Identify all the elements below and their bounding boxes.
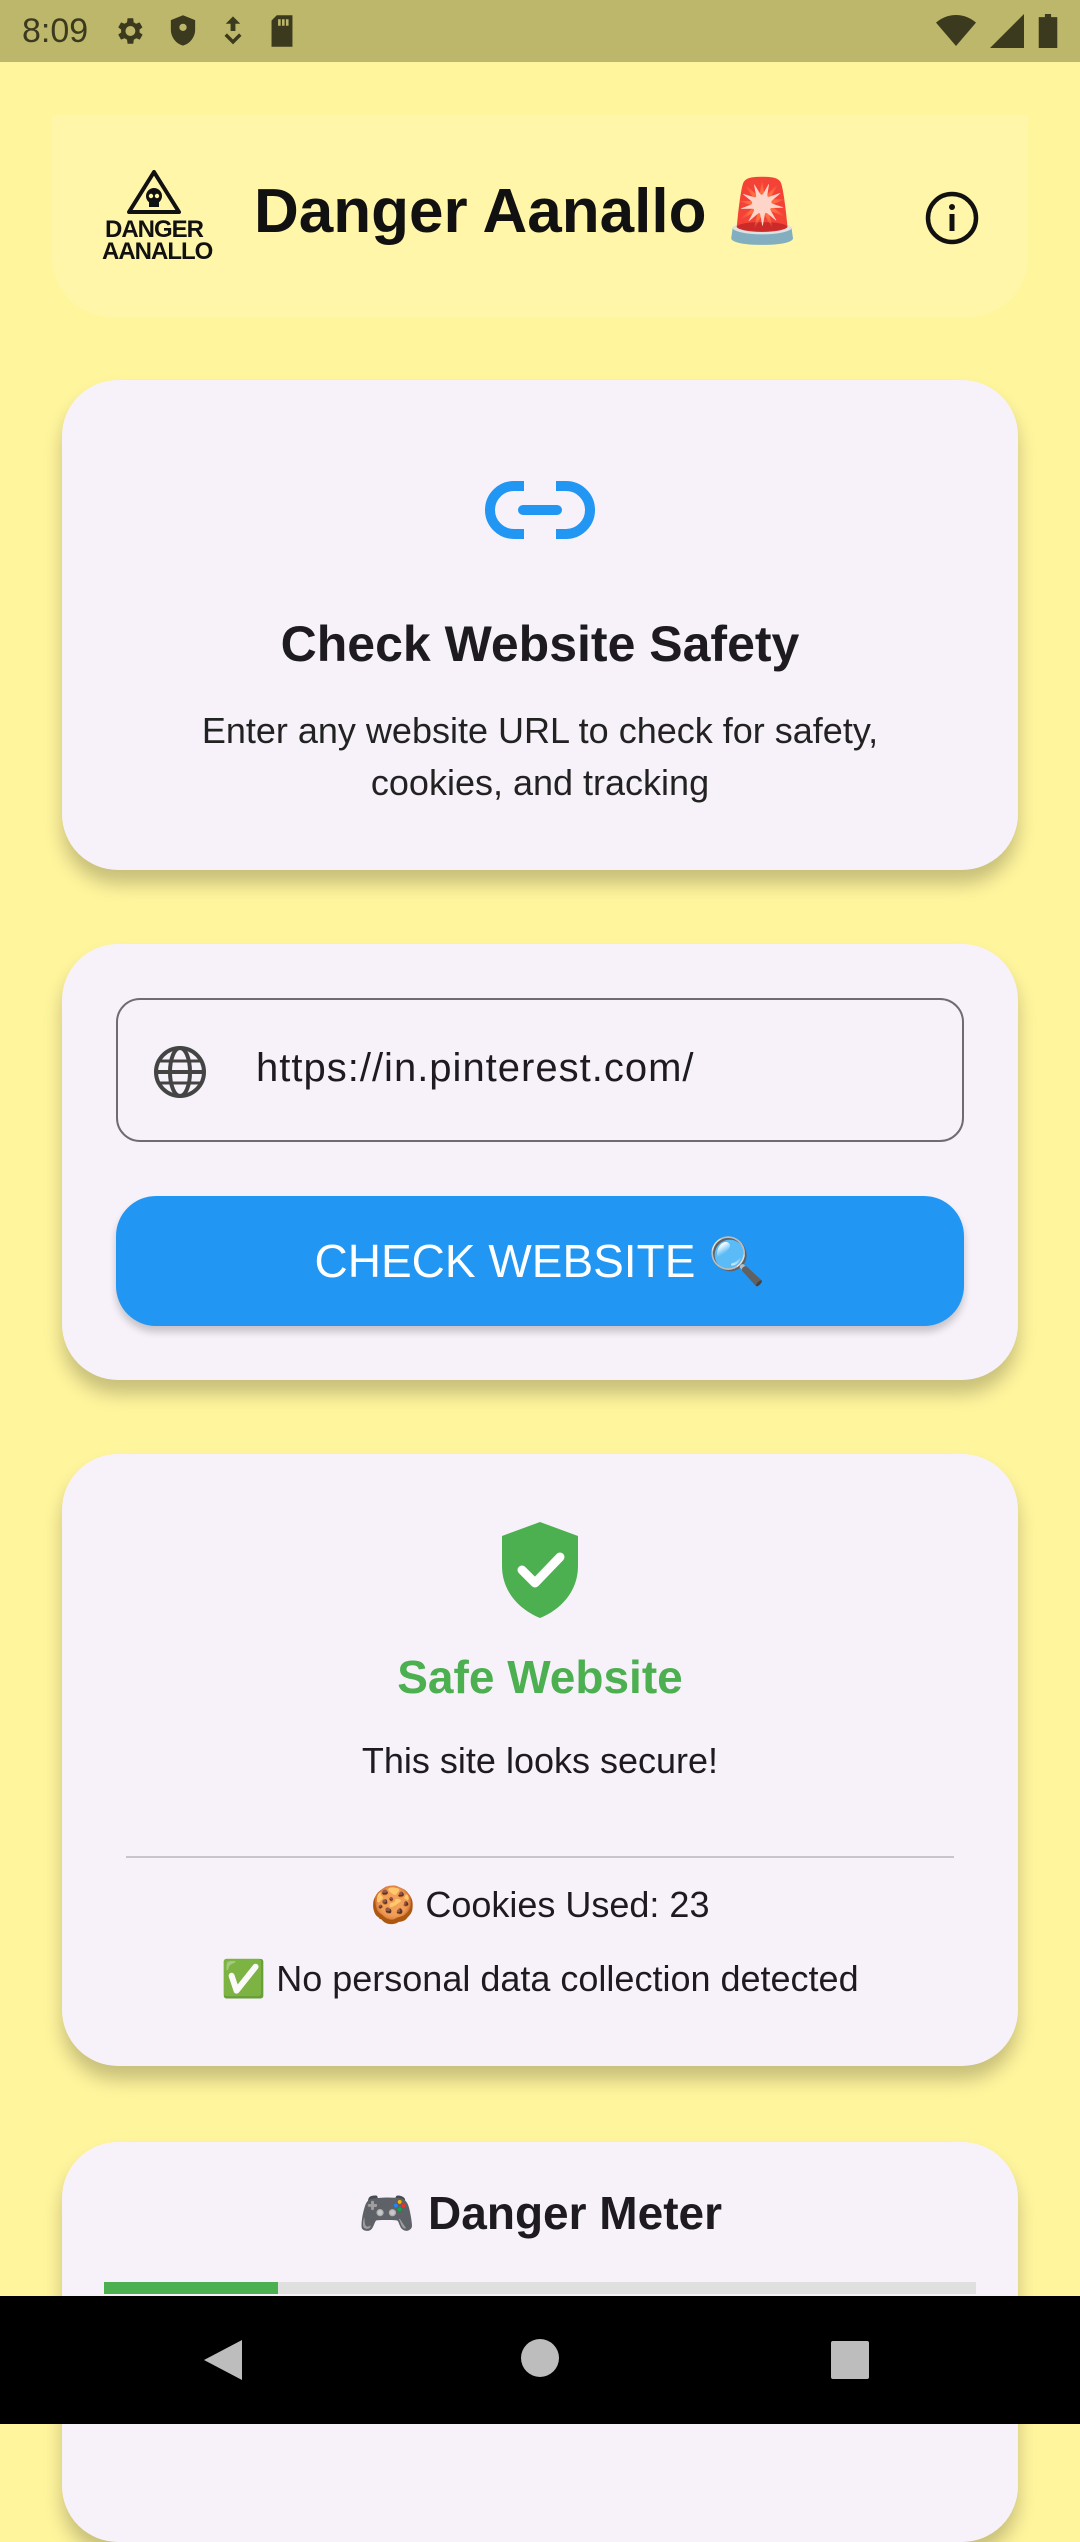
result-card: Safe Website This site looks secure! 🍪 C… — [62, 1454, 1018, 2066]
danger-meter-track — [104, 2282, 976, 2294]
system-nav-bar — [0, 2296, 1080, 2424]
result-status-title: Safe Website — [397, 1651, 683, 1703]
app-bar: DANGER AANALLO Danger Aanallo 🚨 — [52, 115, 1028, 317]
cookies-count-text: 🍪 Cookies Used: 23 — [370, 1884, 710, 1925]
intro-description: Enter any website URL to check for safet… — [201, 710, 879, 803]
intro-title: Check Website Safety — [280, 616, 800, 672]
status-system-icons — [936, 14, 1058, 48]
wifi-icon — [936, 15, 976, 46]
sd-card-icon — [271, 15, 293, 47]
shield-check-icon — [502, 1522, 578, 1618]
link-icon — [485, 480, 595, 540]
globe-icon — [154, 1046, 206, 1098]
privacy-status-text: ✅ No personal data collection detected — [221, 1958, 859, 1999]
danger-meter-title: 🎮 Danger Meter — [357, 2187, 723, 2239]
check-website-button[interactable]: CHECK WEBSITE 🔍 — [116, 1196, 964, 1326]
battery-icon — [1038, 14, 1058, 48]
status-time: 8:09 — [22, 11, 89, 50]
intro-card: Check Website Safety Enter any website U… — [62, 380, 1018, 870]
shield-icon — [171, 15, 196, 46]
back-icon[interactable] — [200, 2338, 246, 2382]
logo-text-line2: AANALLO — [102, 238, 213, 265]
url-input-value[interactable]: https://in.pinterest.com/ — [256, 1046, 695, 1091]
info-icon[interactable] — [924, 190, 980, 246]
result-divider — [126, 1856, 954, 1858]
skull-warning-icon — [127, 170, 181, 214]
url-input-card: https://in.pinterest.com/ CHECK WEBSITE … — [62, 944, 1018, 1380]
status-notification-icons — [112, 14, 296, 48]
recents-icon[interactable] — [830, 2340, 870, 2380]
cell-signal-icon — [990, 14, 1024, 48]
check-website-button-label: CHECK WEBSITE 🔍 — [314, 1234, 766, 1287]
home-icon[interactable] — [520, 2338, 560, 2378]
url-input-field[interactable]: https://in.pinterest.com/ — [116, 998, 964, 1142]
app-title: Danger Aanallo 🚨 — [254, 177, 801, 246]
settings-icon — [118, 18, 143, 44]
result-status-message: This site looks secure! — [361, 1740, 719, 1781]
app-logo: DANGER AANALLO — [102, 170, 213, 270]
status-bar: 8:09 — [0, 0, 1080, 62]
download-icon — [224, 16, 242, 45]
danger-meter-fill — [104, 2282, 279, 2294]
